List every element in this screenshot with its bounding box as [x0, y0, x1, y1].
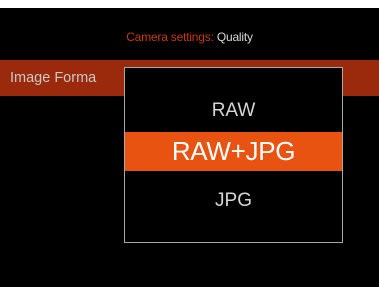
option-jpg[interactable]: JPG: [125, 188, 342, 214]
header-separator: :: [210, 30, 214, 44]
header-section: Camera settings: [126, 30, 211, 44]
image-format-row-label: Image Forma: [10, 70, 97, 86]
header-current: Quality: [216, 30, 253, 44]
option-raw[interactable]: RAW: [125, 98, 342, 124]
menu-header: Camera settings: Quality: [0, 30, 379, 44]
option-raw-jpg-selected[interactable]: RAW+JPG: [125, 132, 342, 171]
camera-menu-screen: Camera settings: Quality Image Forma RAW…: [0, 0, 379, 287]
image-format-popup: RAW RAW+JPG JPG: [124, 67, 343, 243]
top-edge: [0, 0, 379, 8]
